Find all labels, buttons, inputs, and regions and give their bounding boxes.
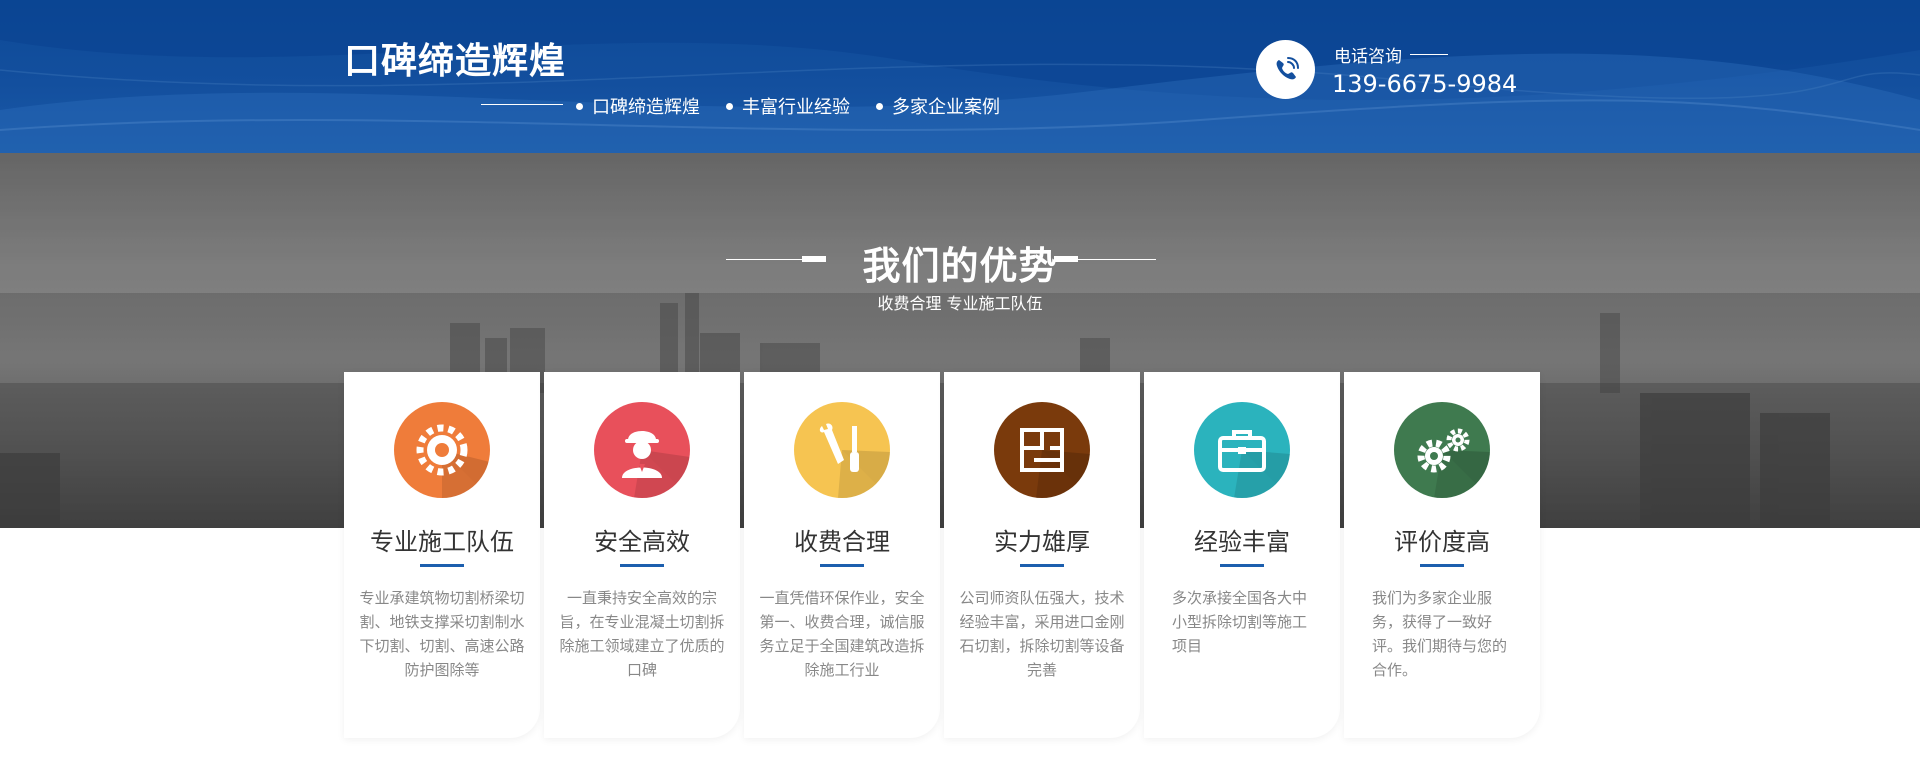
card-title-underline: [820, 564, 864, 567]
section-title: 我们的优势: [862, 244, 1058, 288]
bullet-dot-icon: [726, 102, 733, 110]
card-title: 安全高效: [594, 528, 690, 556]
card-title-underline: [420, 564, 464, 567]
layout-icon: [994, 402, 1090, 498]
phone-number[interactable]: 139-6675-9984: [1332, 70, 1517, 98]
advantage-card[interactable]: 评价度高 我们为多家企业服务，获得了一致好评。我们期待与您的合作。: [1344, 372, 1540, 738]
card-description: 一直秉持安全高效的宗旨，在专业混凝土切割拆除施工领域建立了优质的口碑: [559, 589, 725, 679]
phone-label-dash: [1410, 54, 1448, 55]
card-title-underline: [1220, 564, 1264, 567]
wrench-screwdriver-icon: [794, 402, 890, 498]
advantage-card[interactable]: 收费合理 一直凭借环保作业，安全第一、收费合理，诚信服务立足于全国建筑改造拆除施…: [744, 372, 940, 738]
gear-icon: [394, 402, 490, 498]
tagline-item: 口碑缔造辉煌: [576, 93, 700, 119]
card-title: 收费合理: [794, 528, 890, 556]
gears-icon: [1394, 402, 1490, 498]
site-header: 口碑缔造辉煌 口碑缔造辉煌 丰富行业经验 多家企业案例 电话咨询 139-667…: [0, 0, 1920, 153]
phone-icon-glyph: [1276, 56, 1299, 79]
card-description: 公司师资队伍强大，技术经验丰富，采用进口金刚石切割，拆除切割等设备完善: [959, 589, 1125, 679]
card-description: 多次承接全国各大中小型拆除切割等施工项目: [1172, 589, 1308, 655]
card-title: 经验丰富: [1194, 528, 1290, 556]
card-title-underline: [620, 564, 664, 567]
tagline-text: 多家企业案例: [892, 97, 1000, 118]
phone-label-text: 电话咨询: [1334, 47, 1402, 67]
tagline-item: 多家企业案例: [876, 93, 1000, 119]
brand-title[interactable]: 口碑缔造辉煌: [344, 32, 566, 84]
tagline-item: 丰富行业经验: [726, 93, 850, 119]
phone-label: 电话咨询: [1334, 42, 1448, 67]
advantage-cards: 专业施工队伍 专业承建筑物切割桥梁切割、地铁支撑采切割制水下切割、切割、高速公路…: [344, 372, 1544, 738]
tagline-list: 口碑缔造辉煌 丰富行业经验 多家企业案例: [576, 93, 1026, 119]
tagline-text: 丰富行业经验: [742, 97, 850, 118]
card-title: 专业施工队伍: [370, 528, 514, 556]
card-description: 一直凭借环保作业，安全第一、收费合理，诚信服务立足于全国建筑改造拆除施工行业: [759, 589, 925, 679]
card-title-underline: [1420, 564, 1464, 567]
card-description: 专业承建筑物切割桥梁切割、地铁支撑采切割制水下切割、切割、高速公路防护图除等: [359, 589, 525, 679]
card-title-underline: [1020, 564, 1064, 567]
advantage-card[interactable]: 实力雄厚 公司师资队伍强大，技术经验丰富，采用进口金刚石切割，拆除切割等设备完善: [944, 372, 1140, 738]
phone-icon[interactable]: [1256, 40, 1315, 99]
advantage-card[interactable]: 专业施工队伍 专业承建筑物切割桥梁切割、地铁支撑采切割制水下切割、切割、高速公路…: [344, 372, 540, 738]
bullet-dot-icon: [576, 102, 583, 110]
worker-helmet-icon: [594, 402, 690, 498]
tagline-divider: [481, 104, 563, 105]
header-wave-background: [0, 0, 1920, 153]
card-title: 评价度高: [1394, 528, 1490, 556]
card-description: 我们为多家企业服务，获得了一致好评。我们期待与您的合作。: [1372, 589, 1508, 679]
card-title: 实力雄厚: [994, 528, 1090, 556]
briefcase-icon: [1194, 402, 1290, 498]
section-subtitle: 收费合理 专业施工队伍: [877, 294, 1043, 313]
tagline-text: 口碑缔造辉煌: [592, 97, 700, 118]
advantage-card[interactable]: 经验丰富 多次承接全国各大中小型拆除切割等施工项目: [1144, 372, 1340, 738]
advantage-card[interactable]: 安全高效 一直秉持安全高效的宗旨，在专业混凝土切割拆除施工领域建立了优质的口碑: [544, 372, 740, 738]
bullet-dot-icon: [876, 102, 883, 110]
